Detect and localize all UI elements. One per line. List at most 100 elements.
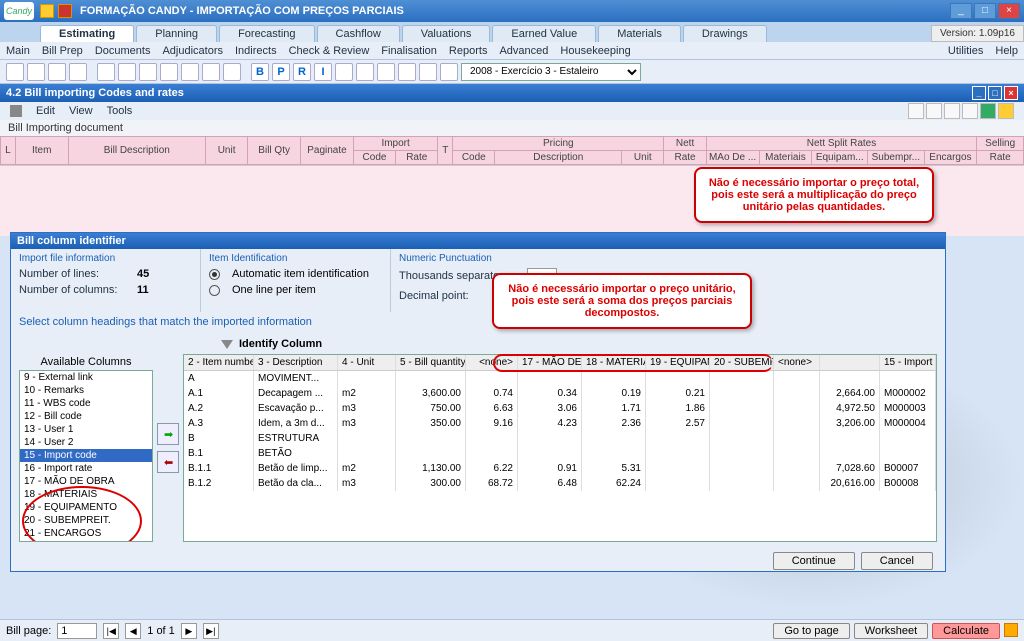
table-row[interactable]: A.1Decapagem ...m23,600.000.740.340.190.… (184, 386, 936, 401)
goto-page-button[interactable]: Go to page (773, 623, 849, 639)
available-columns-list[interactable]: 9 - External link10 - Remarks11 - WBS co… (19, 370, 153, 542)
table-row[interactable]: B.1.2Betão da cla...m3300.0068.726.4862.… (184, 476, 936, 491)
minimize-button[interactable]: _ (950, 3, 972, 19)
list-item[interactable]: 21 - ENCARGOS (20, 527, 152, 540)
menu-view[interactable]: View (69, 105, 93, 117)
col-materiais[interactable]: Materiais (759, 151, 812, 165)
gcol-mat[interactable]: 18 - MATERIAIS (582, 355, 646, 370)
list-item[interactable]: 11 - WBS code (20, 397, 152, 410)
list-item[interactable]: 18 - MATERIAIS (20, 488, 152, 501)
menu-main[interactable]: Main (6, 45, 30, 57)
gcol-none2[interactable]: <none> (774, 355, 820, 370)
tab-drawings[interactable]: Drawings (683, 25, 767, 42)
tab-planning[interactable]: Planning (136, 25, 217, 42)
gcol-desc[interactable]: 3 - Description (254, 355, 338, 370)
list-item[interactable]: 12 - Bill code (20, 410, 152, 423)
col-selling-rate[interactable]: Rate (977, 151, 1024, 165)
col-qty[interactable]: Bill Qty (248, 137, 301, 165)
toolbar-i-icon[interactable]: I (314, 63, 332, 81)
toolbar-btn[interactable] (97, 63, 115, 81)
toolbar-btn[interactable] (118, 63, 136, 81)
menu-adjudicators[interactable]: Adjudicators (162, 45, 223, 57)
menu-housekeeping[interactable]: Housekeeping (560, 45, 630, 57)
col-l[interactable]: L (1, 137, 16, 165)
toolbar-btn[interactable] (377, 63, 395, 81)
project-selector[interactable]: 2008 - Exercício 3 - Estaleiro (461, 63, 641, 81)
nav-last-icon[interactable]: ▶| (203, 623, 219, 639)
tab-forecasting[interactable]: Forecasting (219, 25, 314, 42)
gcol-blank[interactable] (820, 355, 880, 370)
doc-min-icon[interactable]: _ (972, 86, 986, 100)
toolbar-btn[interactable] (6, 63, 24, 81)
toolbar-btn[interactable] (356, 63, 374, 81)
toolbar-p-icon[interactable]: P (272, 63, 290, 81)
col-unit[interactable]: Unit (205, 137, 247, 165)
menu-utilities[interactable]: Utilities (948, 45, 983, 57)
nav-first-icon[interactable]: |◀ (103, 623, 119, 639)
continue-button[interactable]: Continue (773, 552, 855, 570)
toolbar-b-icon[interactable]: B (251, 63, 269, 81)
table-row[interactable]: B.1.1Betão de limp...m21,130.006.220.915… (184, 461, 936, 476)
calculate-button[interactable]: Calculate (932, 623, 1000, 639)
tab-estimating[interactable]: Estimating (40, 25, 134, 42)
tb-icon-2[interactable] (58, 4, 72, 18)
toolbar-btn[interactable] (202, 63, 220, 81)
col-item[interactable]: Item (15, 137, 68, 165)
col-paginate[interactable]: Paginate (301, 137, 354, 165)
toolbar-btn[interactable] (48, 63, 66, 81)
gcol-import[interactable]: 15 - Import c... (880, 355, 936, 370)
gcol-unit[interactable]: 4 - Unit (338, 355, 396, 370)
menu-check-review[interactable]: Check & Review (289, 45, 370, 57)
col-import-rate[interactable]: Rate (396, 151, 438, 165)
toolbar-btn[interactable] (181, 63, 199, 81)
list-item[interactable]: 14 - User 2 (20, 436, 152, 449)
table-row[interactable]: BESTRUTURA (184, 431, 936, 446)
list-item[interactable]: 9 - External link (20, 371, 152, 384)
list-item[interactable]: 19 - EQUIPAMENTO (20, 501, 152, 514)
move-right-button[interactable]: ➡ (157, 423, 179, 445)
list-item[interactable]: 17 - MÃO DE OBRA (20, 475, 152, 488)
col-import-code[interactable]: Code (353, 151, 395, 165)
gcol-qty[interactable]: 5 - Bill quantity (396, 355, 466, 370)
cancel-button[interactable]: Cancel (861, 552, 933, 570)
toolbar-btn[interactable] (440, 63, 458, 81)
menu-documents[interactable]: Documents (95, 45, 151, 57)
col-price-desc[interactable]: Description (495, 151, 622, 165)
menu-reports[interactable]: Reports (449, 45, 488, 57)
tab-valuations[interactable]: Valuations (402, 25, 491, 42)
help-icon[interactable] (998, 103, 1014, 119)
menu-edit[interactable]: Edit (36, 105, 55, 117)
toolbar-btn[interactable] (398, 63, 416, 81)
table-row[interactable]: AMOVIMENT... (184, 371, 936, 386)
toolbar-btn[interactable] (335, 63, 353, 81)
import-preview-grid[interactable]: 2 - Item number 3 - Description 4 - Unit… (183, 354, 937, 542)
toolbar-btn[interactable] (69, 63, 87, 81)
tab-materials[interactable]: Materials (598, 25, 681, 42)
menu-tools[interactable]: Tools (107, 105, 133, 117)
gcol-none1[interactable]: <none> (466, 355, 518, 370)
tab-earned-value[interactable]: Earned Value (492, 25, 596, 42)
gcol-item[interactable]: 2 - Item number (184, 355, 254, 370)
move-left-button[interactable]: ⬅ (157, 451, 179, 473)
doc-max-icon[interactable]: □ (988, 86, 1002, 100)
nav-prev-icon[interactable]: ◀ (125, 623, 141, 639)
close-app-button[interactable]: × (998, 3, 1020, 19)
menu-help[interactable]: Help (995, 45, 1018, 57)
gcol-subemp[interactable]: 20 - SUBEMP... (710, 355, 774, 370)
zoom-fit-icon[interactable] (944, 103, 960, 119)
worksheet-button[interactable]: Worksheet (854, 623, 928, 639)
list-item[interactable]: 13 - User 1 (20, 423, 152, 436)
menu-billprep[interactable]: Bill Prep (42, 45, 83, 57)
list-item[interactable]: 20 - SUBEMPREIT. (20, 514, 152, 527)
tab-cashflow[interactable]: Cashflow (317, 25, 400, 42)
table-row[interactable]: A.3Idem, a 3m d...m3350.009.164.232.362.… (184, 416, 936, 431)
billpage-input[interactable] (57, 623, 97, 639)
table-row[interactable]: A.2Escavação p...m3750.006.633.061.711.8… (184, 401, 936, 416)
gcol-equip[interactable]: 19 - EQUIPAM... (646, 355, 710, 370)
list-item[interactable]: 10 - Remarks (20, 384, 152, 397)
col-encargos[interactable]: Encargos (924, 151, 977, 165)
list-item[interactable]: 15 - Import code (20, 449, 152, 462)
col-nett-rate[interactable]: Rate (664, 151, 706, 165)
toolbar-btn[interactable] (223, 63, 241, 81)
toolbar-btn[interactable] (160, 63, 178, 81)
